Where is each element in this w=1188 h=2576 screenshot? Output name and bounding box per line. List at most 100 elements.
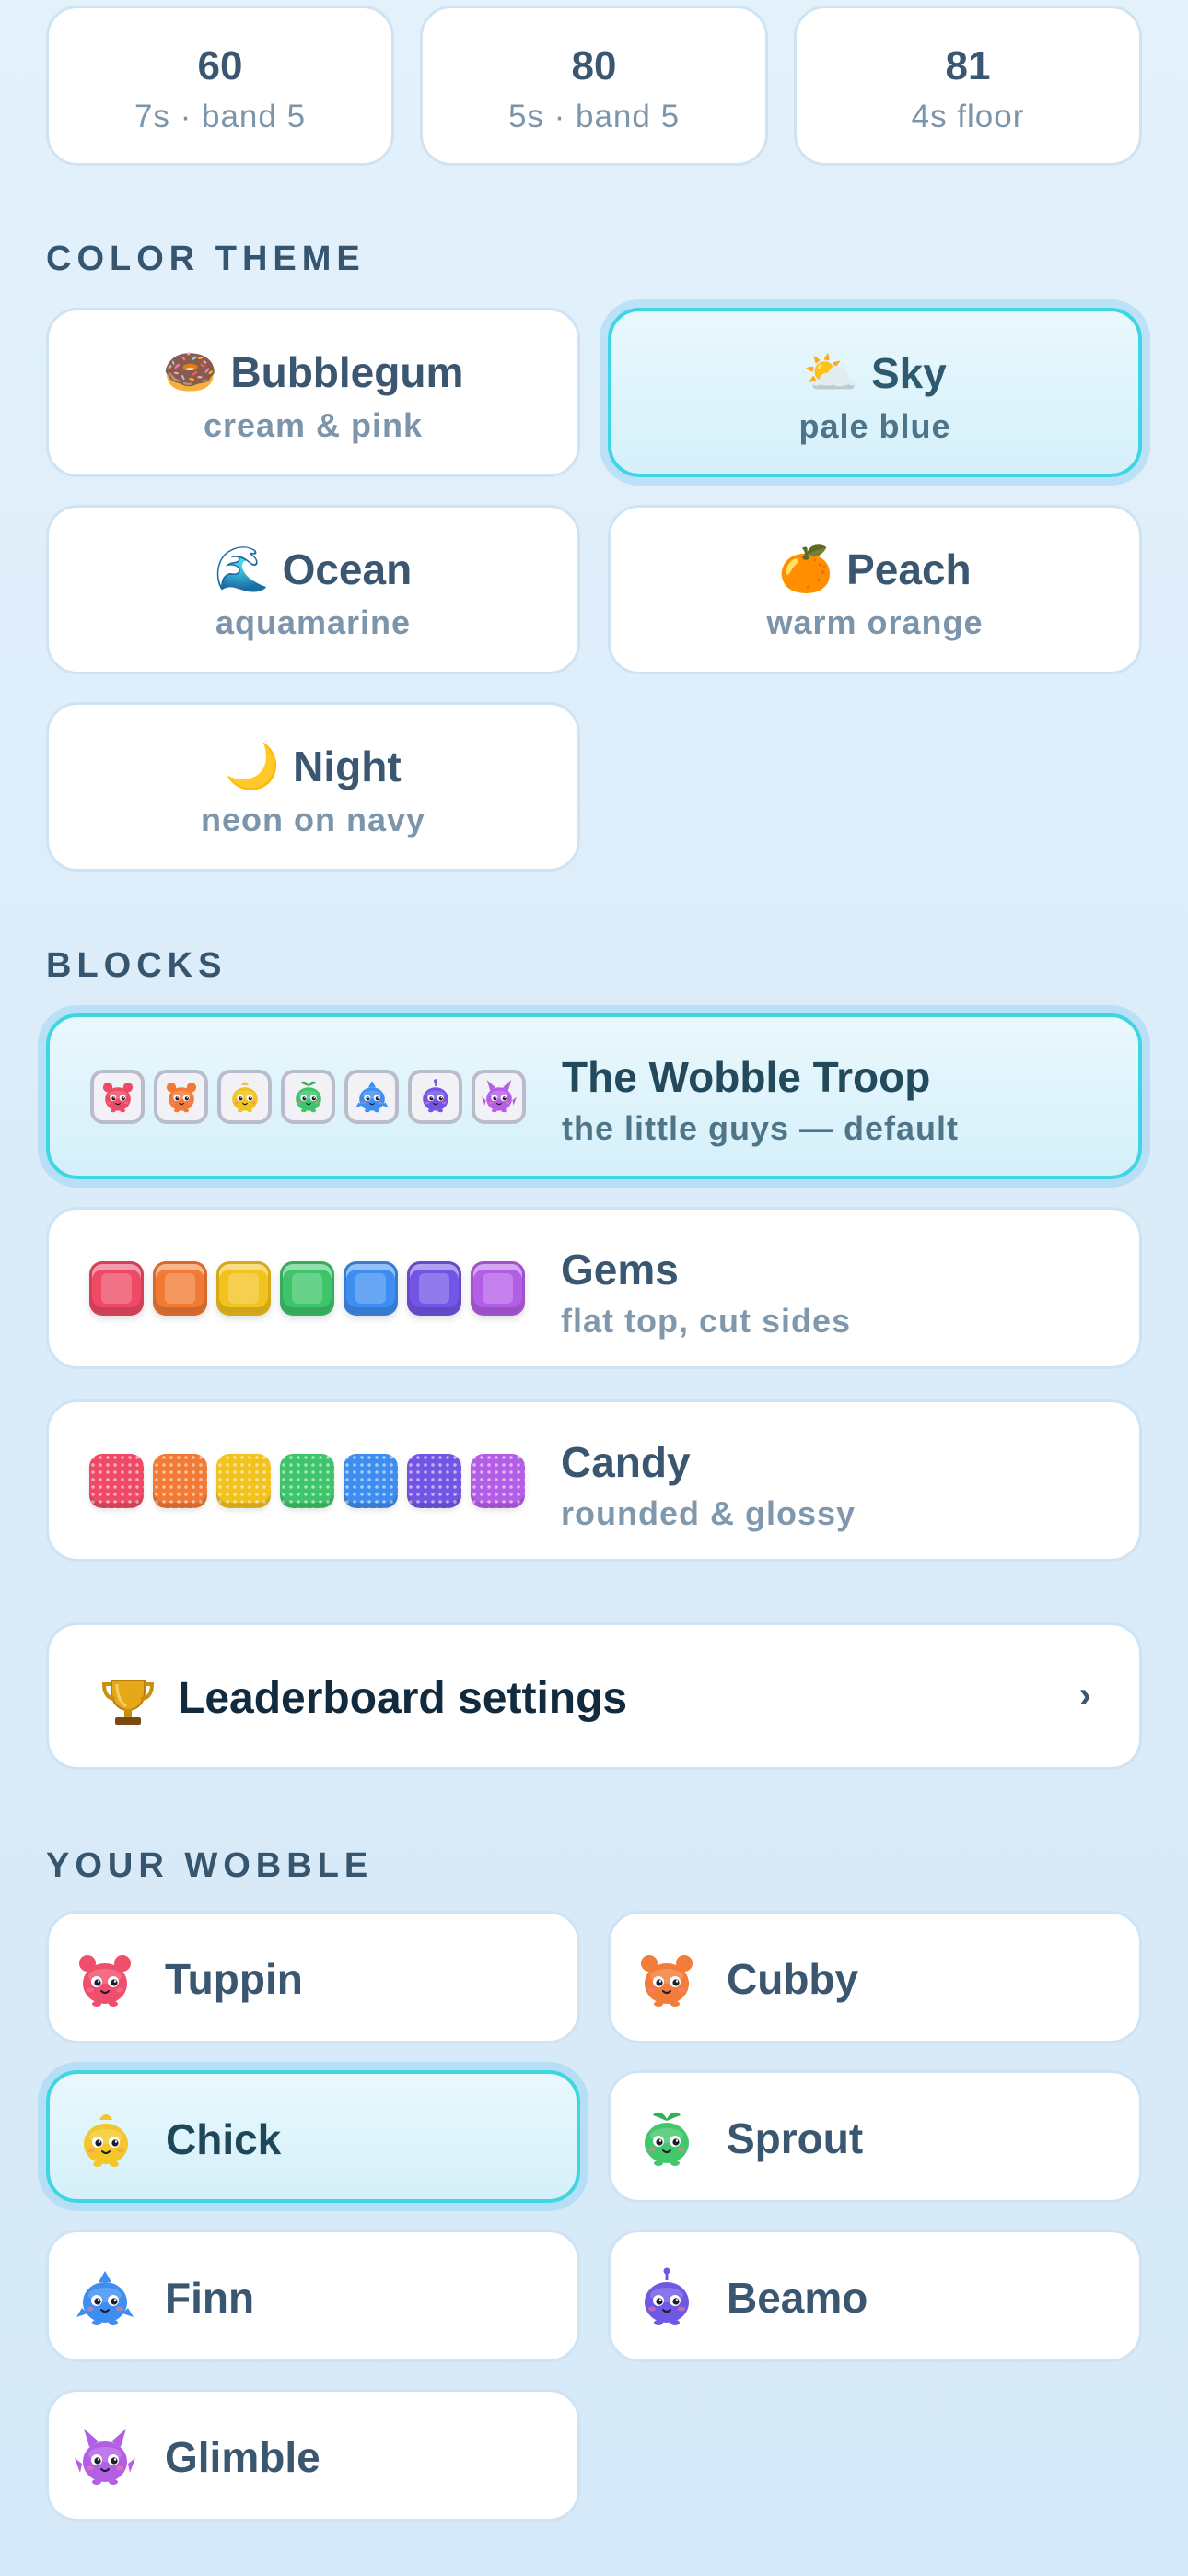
beamo-icon bbox=[422, 1079, 448, 1113]
stat-value: 81 bbox=[945, 43, 991, 88]
donut-icon: 🍩 bbox=[162, 346, 218, 398]
theme-option-sky[interactable]: ⛅ Sky pale blue bbox=[608, 308, 1142, 477]
stat-value: 60 bbox=[197, 43, 243, 88]
trophy-icon bbox=[101, 1680, 155, 1725]
tuppin-icon bbox=[102, 1083, 133, 1113]
chick-icon bbox=[231, 1082, 258, 1113]
gem-facet bbox=[292, 1272, 322, 1304]
wobble-option-tuppin[interactable]: Tuppin bbox=[46, 1911, 580, 2043]
finn-icon bbox=[355, 1081, 389, 1113]
section-title-your-wobble: YOUR WOBBLE bbox=[46, 1846, 374, 1885]
wobble-name: Cubby bbox=[727, 1955, 859, 2003]
gem-tile bbox=[153, 1260, 207, 1316]
theme-desc: warm orange bbox=[766, 603, 984, 641]
block-style-name: The Wobble Troop bbox=[562, 1053, 931, 1101]
finn-icon bbox=[76, 2271, 134, 2325]
theme-option-night[interactable]: 🌙 Night neon on navy bbox=[46, 702, 580, 872]
theme-name: Bubblegum bbox=[230, 348, 464, 396]
finn-tile bbox=[344, 1069, 399, 1124]
gem-tile bbox=[344, 1260, 398, 1316]
cubby-icon bbox=[641, 1955, 693, 2007]
section-title-color-theme: COLOR THEME bbox=[46, 240, 366, 278]
theme-desc: neon on navy bbox=[200, 801, 426, 838]
gem-facet bbox=[355, 1272, 386, 1304]
candy-tile bbox=[280, 1453, 334, 1508]
leaderboard-settings-row[interactable]: Leaderboard settings › bbox=[46, 1622, 1142, 1770]
beamo-tile bbox=[408, 1069, 462, 1124]
block-style-name: Gems bbox=[561, 1246, 679, 1294]
stat-detail: 4s floor bbox=[911, 99, 1025, 135]
leaderboard-settings-label: Leaderboard settings bbox=[178, 1674, 628, 1723]
gem-tile bbox=[407, 1260, 461, 1316]
crescent-moon-icon: 🌙 bbox=[225, 741, 281, 792]
wobble-option-chick[interactable]: Chick bbox=[46, 2070, 580, 2203]
wave-icon: 🌊 bbox=[214, 544, 270, 595]
block-preview bbox=[89, 1402, 525, 1559]
candy-tile bbox=[407, 1453, 461, 1508]
block-style-wobble-troop[interactable]: The Wobble Troop the little guys — defau… bbox=[46, 1013, 1142, 1179]
stat-card-2: 80 5s · band 5 bbox=[420, 6, 768, 166]
gem-tile bbox=[89, 1260, 144, 1316]
glimble-icon bbox=[481, 1080, 517, 1113]
chick-icon bbox=[84, 2114, 128, 2167]
tuppin-icon bbox=[79, 1955, 131, 2007]
block-style-gems[interactable]: Gems flat top, cut sides bbox=[46, 1207, 1142, 1369]
wobble-name: Glimble bbox=[165, 2433, 320, 2481]
section-title-blocks: BLOCKS bbox=[46, 946, 227, 985]
wobble-option-beamo[interactable]: Beamo bbox=[608, 2230, 1142, 2362]
candy-tile bbox=[216, 1453, 271, 1508]
gem-facet bbox=[165, 1272, 195, 1304]
candy-tile bbox=[344, 1453, 398, 1508]
wobble-option-finn[interactable]: Finn bbox=[46, 2230, 580, 2362]
block-preview bbox=[89, 1210, 525, 1366]
cubby-tile bbox=[154, 1069, 208, 1124]
candy-tile bbox=[89, 1453, 144, 1508]
block-style-candy[interactable]: Candy rounded & glossy bbox=[46, 1399, 1142, 1562]
wobble-name: Finn bbox=[165, 2274, 255, 2322]
wobble-option-sprout[interactable]: Sprout bbox=[608, 2070, 1142, 2203]
gem-tile bbox=[471, 1260, 525, 1316]
stat-detail: 5s · band 5 bbox=[507, 99, 681, 135]
gem-facet bbox=[228, 1272, 259, 1304]
theme-name: Ocean bbox=[282, 545, 413, 593]
chevron-right-icon: › bbox=[1078, 1675, 1091, 1715]
theme-desc: pale blue bbox=[798, 407, 951, 445]
gem-tile bbox=[280, 1260, 334, 1316]
wobble-name: Beamo bbox=[727, 2274, 868, 2322]
gem-facet bbox=[101, 1272, 132, 1304]
block-style-desc: the little guys — default bbox=[562, 1109, 960, 1147]
cubby-icon bbox=[166, 1083, 196, 1113]
glimble-tile bbox=[472, 1069, 526, 1124]
theme-option-bubblegum[interactable]: 🍩 Bubblegum cream & pink bbox=[46, 308, 580, 477]
block-preview bbox=[90, 1017, 526, 1176]
candy-tile bbox=[153, 1453, 207, 1508]
wobble-name: Tuppin bbox=[165, 1955, 303, 2003]
wobble-name: Chick bbox=[166, 2115, 282, 2163]
theme-name: Sky bbox=[870, 349, 947, 397]
block-style-name: Candy bbox=[561, 1438, 691, 1486]
tuppin-tile bbox=[90, 1069, 145, 1124]
theme-name: Peach bbox=[846, 545, 972, 593]
chick-tile bbox=[217, 1069, 272, 1124]
block-style-desc: flat top, cut sides bbox=[561, 1302, 852, 1340]
glimble-icon bbox=[75, 2429, 135, 2485]
theme-name: Night bbox=[293, 743, 402, 790]
sprout-tile bbox=[281, 1069, 335, 1124]
gem-facet bbox=[419, 1272, 449, 1304]
gem-facet bbox=[483, 1272, 513, 1304]
theme-option-ocean[interactable]: 🌊 Ocean aquamarine bbox=[46, 505, 580, 674]
stat-card-3: 81 4s floor bbox=[794, 6, 1142, 166]
stat-value: 80 bbox=[571, 43, 617, 88]
theme-option-peach[interactable]: 🍊 Peach warm orange bbox=[608, 505, 1142, 674]
wobble-option-cubby[interactable]: Cubby bbox=[608, 1911, 1142, 2043]
gem-tile bbox=[216, 1260, 271, 1316]
tangerine-icon: 🍊 bbox=[778, 544, 834, 595]
block-style-desc: rounded & glossy bbox=[561, 1494, 856, 1532]
sprout-icon bbox=[645, 2112, 689, 2166]
sprout-icon bbox=[295, 1081, 321, 1113]
sun-behind-cloud-icon: ⛅ bbox=[803, 347, 858, 399]
stat-card-1: 60 7s · band 5 bbox=[46, 6, 394, 166]
candy-tile bbox=[471, 1453, 525, 1508]
wobble-option-glimble[interactable]: Glimble bbox=[46, 2389, 580, 2522]
beamo-icon bbox=[645, 2267, 689, 2325]
